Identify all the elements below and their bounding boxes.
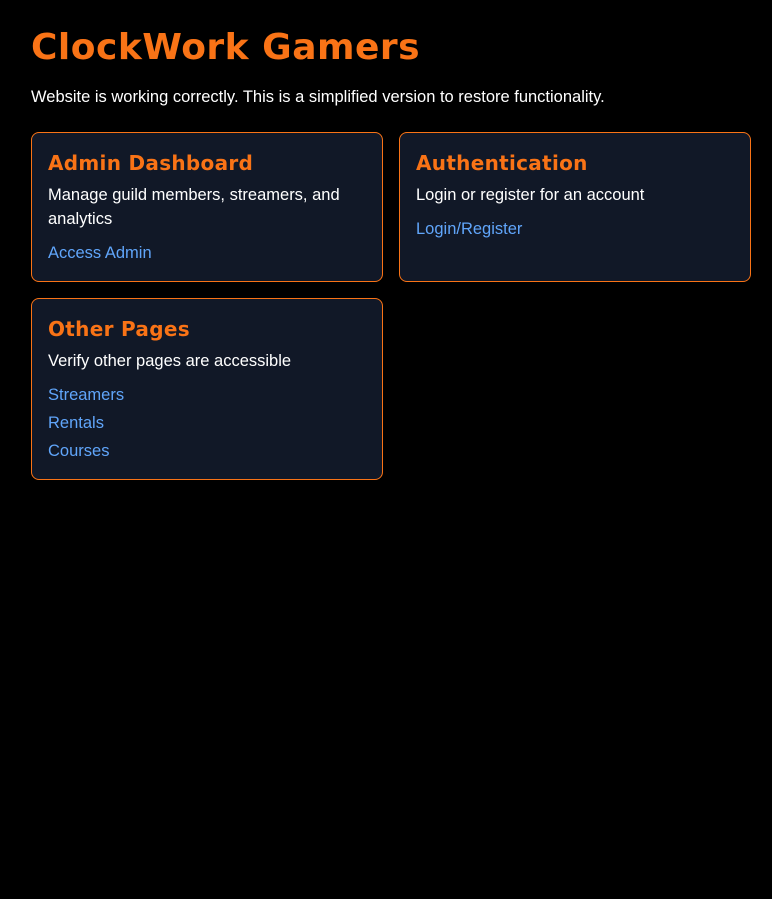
intro-text: Website is working correctly. This is a … [31,88,605,106]
card-grid: Admin Dashboard Manage guild members, st… [31,132,751,480]
card-title: Authentication [416,151,588,175]
card-title: Admin Dashboard [48,151,254,175]
card-description: Manage guild members, streamers, and ana… [48,186,340,228]
link-list: Access Admin [48,239,366,267]
list-item: Rentals [48,409,366,437]
page: ClockWork Gamers Website is working corr… [0,0,772,480]
link-list: Login/Register [416,215,734,243]
link-list: Streamers Rentals Courses [48,381,366,465]
card-description: Login or register for an account [416,186,645,204]
login-register-link[interactable]: Login/Register [416,220,522,238]
courses-link[interactable]: Courses [48,442,109,460]
admin-dashboard-card: Admin Dashboard Manage guild members, st… [31,132,383,282]
streamers-link[interactable]: Streamers [48,386,124,404]
site-title: ClockWork Gamers [31,27,421,68]
rentals-link[interactable]: Rentals [48,414,104,432]
list-item: Login/Register [416,215,734,243]
list-item: Access Admin [48,239,366,267]
card-title: Other Pages [48,317,190,341]
list-item: Streamers [48,381,366,409]
access-admin-link[interactable]: Access Admin [48,244,152,262]
other-pages-card: Other Pages Verify other pages are acces… [31,298,383,480]
list-item: Courses [48,437,366,465]
card-description: Verify other pages are accessible [48,352,292,370]
authentication-card: Authentication Login or register for an … [399,132,751,282]
